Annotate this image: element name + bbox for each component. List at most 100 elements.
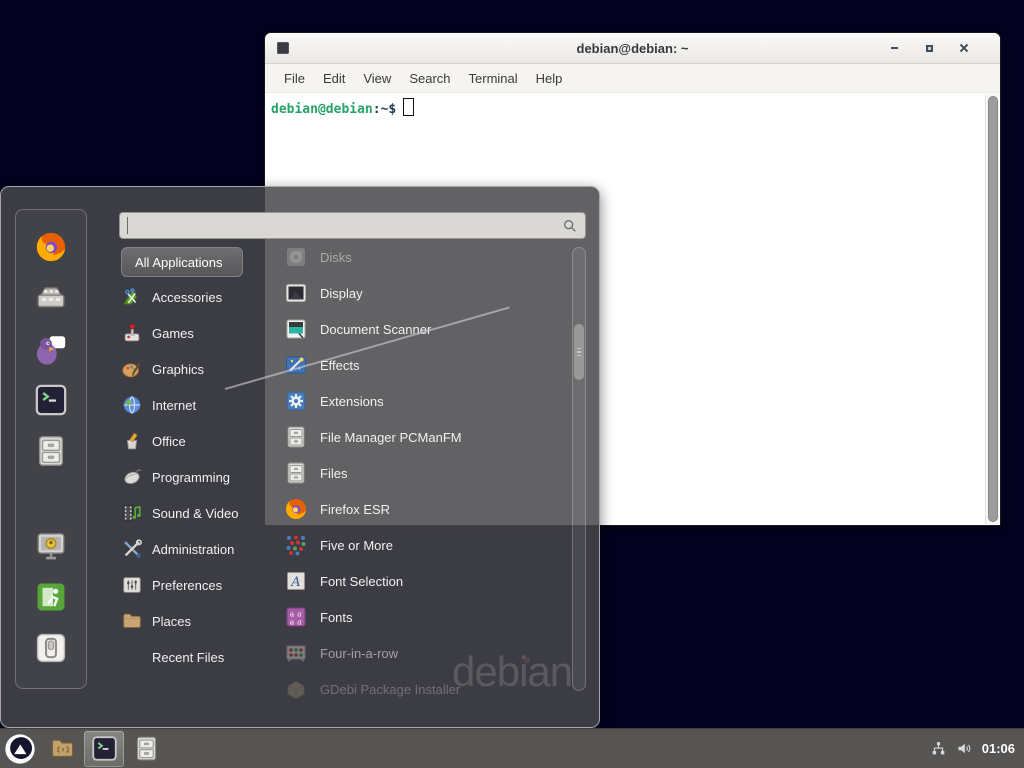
terminal-menu-view[interactable]: View bbox=[354, 71, 400, 86]
favorite-screensaver[interactable] bbox=[34, 529, 68, 563]
document-scanner-icon bbox=[284, 317, 308, 341]
application-list: DisksDisplayDocument ScannerEffectsExten… bbox=[284, 239, 568, 707]
category-label: Programming bbox=[152, 470, 230, 485]
search-input[interactable] bbox=[127, 217, 562, 234]
app-label: Firefox ESR bbox=[320, 502, 390, 517]
terminal-titlebar[interactable]: debian@debian: ~ bbox=[265, 33, 1000, 64]
file-manager-window-button[interactable] bbox=[42, 731, 82, 767]
category-label: Games bbox=[152, 326, 194, 341]
menu-scrollbar-handle[interactable] bbox=[574, 324, 584, 380]
category-internet[interactable]: Internet bbox=[121, 387, 283, 423]
prompt-suffix: :~$ bbox=[373, 102, 396, 117]
menu-button[interactable] bbox=[4, 733, 36, 765]
app-files[interactable]: Files bbox=[284, 455, 568, 491]
terminal-menu-terminal[interactable]: Terminal bbox=[460, 71, 527, 86]
category-label: Recent Files bbox=[152, 650, 224, 665]
favorite-terminal-app[interactable] bbox=[34, 383, 68, 417]
firefox-icon bbox=[34, 230, 68, 264]
disks-icon bbox=[284, 245, 308, 269]
system-tray: 01:06 bbox=[930, 740, 1015, 757]
taskbar-left bbox=[0, 729, 167, 768]
app-document-scanner[interactable]: Document Scanner bbox=[284, 311, 568, 347]
favorite-shutdown[interactable] bbox=[34, 631, 68, 665]
menu-search-box[interactable] bbox=[119, 212, 586, 239]
category-places[interactable]: Places bbox=[121, 603, 283, 639]
app-four-in-a-row[interactable]: Four-in-a-row bbox=[284, 635, 568, 671]
app-file-manager-pcmanfm[interactable]: File Manager PCManFM bbox=[284, 419, 568, 455]
terminal-menu-edit[interactable]: Edit bbox=[314, 71, 354, 86]
app-font-selection[interactable]: AFont Selection bbox=[284, 563, 568, 599]
programming-icon bbox=[121, 466, 143, 488]
svg-text:A: A bbox=[290, 575, 300, 590]
category-label: Internet bbox=[152, 398, 196, 413]
file-cabinet-icon bbox=[34, 434, 68, 468]
category-label: Administration bbox=[152, 542, 234, 557]
app-disks[interactable]: Disks bbox=[284, 239, 568, 275]
category-sound-video[interactable]: Sound & Video bbox=[121, 495, 283, 531]
terminal-prompt: debian@debian:~$ bbox=[265, 93, 1000, 117]
category-accessories[interactable]: Accessories bbox=[121, 279, 283, 315]
category-label: Accessories bbox=[152, 290, 222, 305]
file-cabinet-icon bbox=[133, 735, 160, 762]
favorite-software-manager[interactable] bbox=[34, 281, 68, 315]
category-administration[interactable]: Administration bbox=[121, 531, 283, 567]
places-folder-icon bbox=[121, 610, 143, 632]
terminal-menu-search[interactable]: Search bbox=[400, 71, 459, 86]
minimize-button[interactable] bbox=[888, 42, 900, 54]
terminal-window-button[interactable] bbox=[84, 731, 124, 767]
app-label: Fonts bbox=[320, 610, 353, 625]
terminal-scrollbar[interactable] bbox=[985, 94, 999, 524]
category-programming[interactable]: Programming bbox=[121, 459, 283, 495]
terminal-menubar: FileEditViewSearchTerminalHelp bbox=[265, 64, 1000, 93]
svg-text:a: a bbox=[297, 618, 301, 627]
favorite-logout[interactable] bbox=[34, 580, 68, 614]
svg-text:a: a bbox=[290, 618, 295, 627]
display-icon bbox=[284, 281, 308, 305]
favorite-firefox[interactable] bbox=[34, 230, 68, 264]
menu-scrollbar[interactable] bbox=[572, 247, 586, 691]
app-firefox-esr[interactable]: Firefox ESR bbox=[284, 491, 568, 527]
favorite-file-cabinet[interactable] bbox=[34, 434, 68, 468]
administration-icon bbox=[121, 538, 143, 560]
category-label: Graphics bbox=[152, 362, 204, 377]
prompt-user-host: debian@debian bbox=[271, 102, 373, 117]
terminal-menu-help[interactable]: Help bbox=[527, 71, 572, 86]
app-gdebi-package-installer[interactable]: GDebi Package Installer bbox=[284, 671, 568, 707]
app-display[interactable]: Display bbox=[284, 275, 568, 311]
graphics-icon bbox=[121, 358, 143, 380]
app-five-or-more[interactable]: Five or More bbox=[284, 527, 568, 563]
volume-icon[interactable] bbox=[956, 740, 973, 757]
deb-folder-icon bbox=[49, 735, 76, 762]
close-button[interactable] bbox=[958, 42, 970, 54]
sound-video-icon bbox=[121, 502, 143, 524]
category-graphics[interactable]: Graphics bbox=[121, 351, 283, 387]
network-icon[interactable] bbox=[930, 740, 947, 757]
maximize-button[interactable] bbox=[923, 42, 935, 54]
all-applications-button[interactable]: All Applications bbox=[121, 247, 243, 277]
preferences-icon bbox=[121, 574, 143, 596]
application-menu: All Applications Accessories Games Graphic… bbox=[0, 186, 600, 728]
window-controls bbox=[888, 42, 970, 54]
app-effects[interactable]: Effects bbox=[284, 347, 568, 383]
category-games[interactable]: Games bbox=[121, 315, 283, 351]
file-cabinet-icon bbox=[284, 425, 308, 449]
category-office[interactable]: Office bbox=[121, 423, 283, 459]
category-preferences[interactable]: Preferences bbox=[121, 567, 283, 603]
logout-icon bbox=[34, 580, 68, 614]
favorite-pidgin[interactable] bbox=[34, 332, 68, 366]
favorites-panel bbox=[15, 209, 87, 689]
clock: 01:06 bbox=[982, 741, 1015, 756]
app-fonts[interactable]: aaaaFonts bbox=[284, 599, 568, 635]
files-window-button[interactable] bbox=[126, 731, 166, 767]
terminal-menu-file[interactable]: File bbox=[275, 71, 314, 86]
accessories-icon bbox=[121, 286, 143, 308]
five-or-more-icon bbox=[284, 533, 308, 557]
category-recent-files[interactable]: Recent Files bbox=[121, 639, 283, 675]
shutdown-icon bbox=[34, 631, 68, 665]
terminal-app-icon bbox=[34, 383, 68, 417]
app-extensions[interactable]: Extensions bbox=[284, 383, 568, 419]
taskbar: 01:06 bbox=[0, 728, 1024, 768]
terminal-scrollbar-handle[interactable] bbox=[988, 96, 998, 522]
app-label: File Manager PCManFM bbox=[320, 430, 462, 445]
font-selection-icon: A bbox=[284, 569, 308, 593]
